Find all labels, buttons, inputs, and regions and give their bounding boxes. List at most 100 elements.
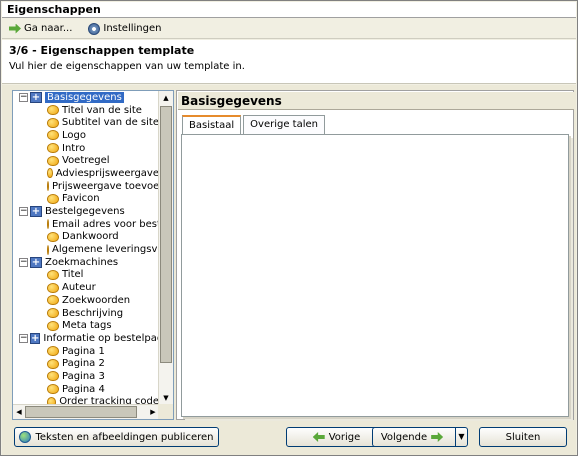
- tree-item[interactable]: Dankwoord: [13, 231, 159, 244]
- tree-group-label: Informatie op bestelpagina's: [43, 332, 159, 344]
- tree-item[interactable]: Auteur: [13, 281, 159, 294]
- goto-label: Ga naar...: [24, 23, 73, 34]
- arrow-left-icon: [312, 432, 325, 442]
- folder-plus-icon: +: [30, 332, 41, 344]
- tree-item-label: Voetregel: [62, 155, 110, 167]
- arrow-right-icon: [431, 432, 444, 442]
- collapse-icon[interactable]: −: [19, 92, 28, 102]
- gear-icon: [88, 22, 101, 35]
- tree-item[interactable]: Intro: [13, 142, 159, 155]
- tree-item-label: Adviesprijsweergave: [55, 167, 159, 179]
- content-area: − + Basisgegevens Titel van de site Subtitel…: [2, 85, 576, 421]
- tree-item[interactable]: Meta tags: [13, 319, 159, 332]
- tree-item-label: Pagina 3: [62, 370, 105, 382]
- tree-item-label: Meta tags: [62, 320, 112, 332]
- tree-item[interactable]: Subtitel van de site: [13, 116, 159, 129]
- language-tabs: Basistaal Overige talen: [182, 115, 327, 135]
- tree-item-label: Intro: [62, 142, 86, 154]
- tree-horizontal-scrollbar[interactable]: ◀ ▶: [13, 404, 159, 419]
- tree-item[interactable]: Favicon: [13, 193, 159, 206]
- collapse-icon[interactable]: −: [19, 257, 28, 267]
- properties-window: Eigenschappen Ga naar... Instellingen 3/…: [0, 0, 578, 456]
- tree-item[interactable]: Titel: [13, 269, 159, 282]
- property-icon: [47, 269, 59, 280]
- tree-item[interactable]: Prijsweergave toevoeging: [13, 180, 159, 193]
- tree-item[interactable]: Email adres voor bestellingen: [13, 218, 159, 231]
- globe-icon: [19, 431, 32, 443]
- settings-button[interactable]: Instellingen: [85, 20, 164, 38]
- tree-group[interactable]: − + Zoekmachines: [13, 256, 159, 269]
- folder-plus-icon: +: [30, 256, 42, 268]
- tree-group[interactable]: − + Bestelgegevens: [13, 205, 159, 218]
- tree-item[interactable]: Titel van de site: [13, 104, 159, 117]
- tree-item[interactable]: Pagina 1: [13, 345, 159, 358]
- scroll-down-icon[interactable]: ▼: [160, 391, 172, 405]
- tree-item-label: Pagina 4: [62, 383, 105, 395]
- tree-item-label: Subtitel van de site: [61, 117, 159, 129]
- tree-item[interactable]: Pagina 2: [13, 357, 159, 370]
- tree-item[interactable]: Logo: [13, 129, 159, 142]
- next-dropdown-button[interactable]: ▼: [455, 427, 468, 447]
- tree-item-label: Pagina 1: [62, 345, 105, 357]
- tree-item-label: Titel van de site: [62, 104, 142, 116]
- property-icon: [47, 384, 59, 395]
- tree-item[interactable]: Adviesprijsweergave: [13, 167, 159, 180]
- page-subtitle: Vul hier de eigenschappen van uw templat…: [9, 61, 245, 72]
- property-tree[interactable]: − + Basisgegevens Titel van de site Subtitel…: [12, 90, 174, 420]
- property-icon: [47, 244, 49, 255]
- property-icon: [47, 117, 59, 128]
- folder-plus-icon: +: [30, 206, 42, 218]
- properties-panel: Basisgegevens Basistaal Overige talen: [176, 90, 574, 420]
- page-title: 3/6 - Eigenschappen template: [9, 44, 195, 57]
- publish-button[interactable]: Teksten en afbeeldingen publiceren: [14, 427, 219, 447]
- tree-item-label: Titel: [62, 269, 84, 281]
- panel-title: Basisgegevens: [178, 92, 574, 110]
- scroll-thumb-horizontal[interactable]: [25, 406, 137, 418]
- toolbar: Ga naar... Instellingen: [2, 19, 576, 39]
- close-button[interactable]: Sluiten: [479, 427, 567, 447]
- tree-list: − + Basisgegevens Titel van de site Subtitel…: [13, 91, 159, 405]
- scroll-left-icon[interactable]: ◀: [13, 405, 25, 419]
- tree-vertical-scrollbar[interactable]: ▲ ▼: [158, 91, 173, 405]
- wizard-footer: Teksten en afbeeldingen publiceren Vorig…: [2, 421, 576, 455]
- tree-item-label: Dankwoord: [62, 231, 119, 243]
- tree-item-label: Logo: [62, 129, 86, 141]
- publish-label: Teksten en afbeeldingen publiceren: [35, 431, 214, 443]
- scroll-thumb[interactable]: [160, 106, 172, 363]
- property-icon: [47, 193, 59, 204]
- property-icon: [47, 130, 59, 141]
- tree-group[interactable]: −+Informatie op bestelpagina's: [13, 332, 159, 345]
- tree-group[interactable]: − + Basisgegevens: [13, 91, 159, 104]
- property-icon: [47, 219, 49, 230]
- tree-item[interactable]: Zoekwoorden: [13, 294, 159, 307]
- property-icon: [47, 308, 59, 319]
- tree-group-label: Basisgegevens: [45, 91, 124, 103]
- property-icon: [47, 371, 59, 382]
- tree-item-label: Prijsweergave toevoeging: [52, 180, 159, 192]
- tree-item-label: Email adres voor bestellingen: [52, 218, 159, 230]
- tree-item[interactable]: Beschrijving: [13, 307, 159, 320]
- property-icon: [47, 295, 59, 306]
- goto-button[interactable]: Ga naar...: [6, 20, 75, 38]
- property-icon: [47, 358, 59, 369]
- next-button[interactable]: Volgende: [372, 427, 456, 447]
- folder-plus-icon: +: [30, 91, 42, 103]
- scroll-up-icon[interactable]: ▲: [160, 91, 172, 105]
- tab-content: [181, 134, 569, 417]
- tree-item[interactable]: Pagina 4: [13, 383, 159, 396]
- tab-basistaal[interactable]: Basistaal: [182, 115, 242, 135]
- collapse-icon[interactable]: −: [19, 333, 28, 343]
- property-icon: [47, 282, 59, 293]
- property-icon: [47, 168, 53, 179]
- tree-item-label: Favicon: [62, 193, 100, 205]
- tree-item[interactable]: Voetregel: [13, 154, 159, 167]
- tree-item[interactable]: Algemene leveringsvoorwaarden: [13, 243, 159, 256]
- settings-label: Instellingen: [103, 23, 162, 34]
- collapse-icon[interactable]: −: [19, 207, 28, 217]
- tree-item[interactable]: Pagina 3: [13, 370, 159, 383]
- property-icon: [47, 105, 59, 116]
- window-title: Eigenschappen: [2, 2, 576, 18]
- property-icon: [47, 181, 49, 192]
- tab-overige-talen[interactable]: Overige talen: [243, 115, 325, 134]
- tree-group-label: Bestelgegevens: [45, 206, 125, 218]
